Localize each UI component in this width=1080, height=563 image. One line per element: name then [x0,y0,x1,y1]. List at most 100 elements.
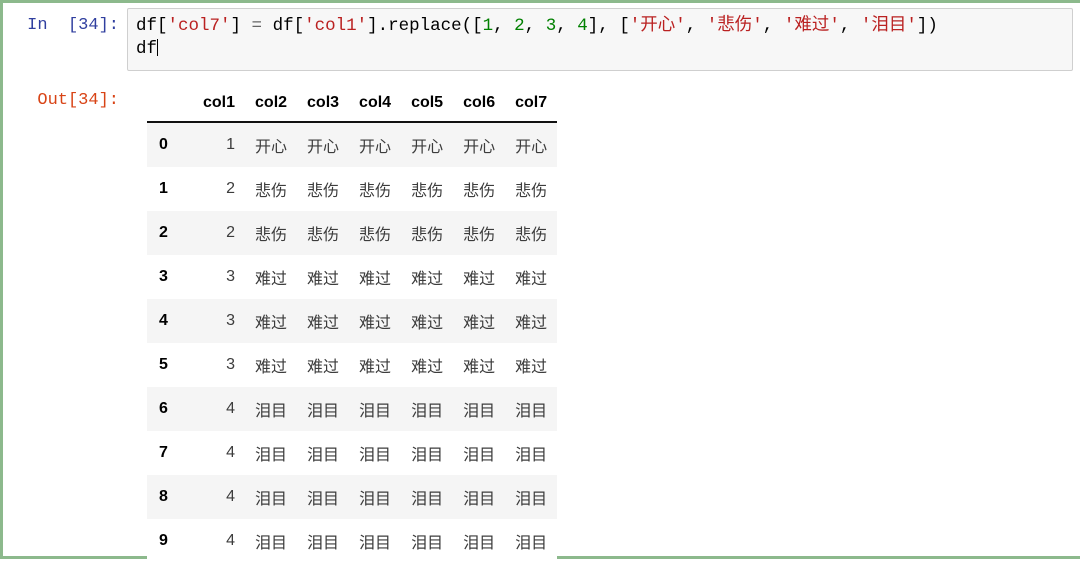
table-cell-col1: 4 [193,475,246,519]
table-cell-col7: 开心 [505,122,558,167]
column-header-col7: col7 [505,89,558,123]
table-row: 7 4 泪目 泪目 泪目 泪目 泪目 泪目 [147,431,558,475]
table-cell-col3: 泪目 [297,475,350,519]
table-cell-col1: 4 [193,431,246,475]
table-cell-col6: 开心 [453,122,506,167]
code-string-nanguo: '难过' [783,16,840,36]
row-index-label: 2 [147,211,193,255]
table-cell-col5: 悲伤 [401,211,454,255]
table-cell-col1: 3 [193,343,246,387]
table-row: 1 2 悲伤 悲伤 悲伤 悲伤 悲伤 悲伤 [147,167,558,211]
code-token: , [762,16,784,36]
dataframe-body: 0 1 开心 开心 开心 开心 开心 开心 1 2 悲伤 悲伤 悲伤 悲伤 悲伤 悲伤 2 2 悲伤 悲伤 悲伤 悲伤 悲伤… [147,122,558,563]
row-index-label: 1 [147,167,193,211]
table-cell-col6: 悲伤 [453,167,506,211]
table-row: 0 1 开心 开心 开心 开心 开心 开心 [147,122,558,167]
dataframe-table: col1 col2 col3 col4 col5 col6 col7 0 1 开心 开心 开心 开心开… [147,89,558,563]
code-token: , [556,16,578,36]
table-cell-col1: 2 [193,211,246,255]
table-cell-col1: 3 [193,299,246,343]
column-header-col1: col1 [193,89,246,123]
table-cell-col1: 1 [193,122,246,167]
code-cell-input-row: In [34]: df['col7'] = df['col1'].replace… [3,8,1080,80]
column-header-col4: col4 [349,89,402,123]
output-prompt: Out[34]: [37,91,119,110]
code-token: ] [230,16,252,36]
table-cell-col5: 难过 [401,255,454,299]
table-cell-col7: 难过 [505,299,558,343]
code-token: df [136,39,158,59]
table-cell-col6: 悲伤 [453,211,506,255]
table-cell-col6: 泪目 [453,475,506,519]
table-header-row: col1 col2 col3 col4 col5 col6 col7 [147,89,558,123]
table-cell-col1: 4 [193,387,246,431]
table-cell-col1: 2 [193,167,246,211]
table-cell-col5: 泪目 [401,387,454,431]
code-number-2: 2 [514,16,525,36]
row-index-label: 9 [147,519,193,563]
column-header-col5: col5 [401,89,454,123]
table-cell-col2: 泪目 [245,387,298,431]
code-token: ].replace([ [367,16,483,36]
table-cell-col5: 悲伤 [401,167,454,211]
dataframe-head: col1 col2 col3 col4 col5 col6 col7 [147,89,558,123]
code-string-kaixin: '开心' [629,16,686,36]
column-header-col2: col2 [245,89,298,123]
code-number-1: 1 [482,16,494,36]
table-cell-col6: 难过 [453,255,506,299]
table-cell-col6: 泪目 [453,519,506,563]
code-token: ], [ [587,16,630,36]
code-editor[interactable]: df['col7'] = df['col1'].replace([1, 2, 3… [127,8,1073,71]
table-cell-col3: 难过 [297,255,350,299]
code-token: , [493,16,515,36]
table-cell-col1: 3 [193,255,246,299]
table-cell-col2: 泪目 [245,519,298,563]
code-cell-output-row: Out[34]: col1 col2 col3 col4 col5 col6 col7 01… [3,89,1080,563]
table-row: 2 2 悲伤 悲伤 悲伤 悲伤 悲伤 悲伤 [147,211,558,255]
code-token: , [685,16,707,36]
table-cell-col3: 悲伤 [297,167,350,211]
table-cell-col5: 泪目 [401,431,454,475]
table-row: 4 3 难过 难过 难过 难过 难过 难过 [147,299,558,343]
code-token: ]) [916,16,938,36]
table-cell-col4: 悲伤 [349,211,402,255]
code-token: , [839,16,861,36]
table-cell-col5: 难过 [401,299,454,343]
table-cell-col4: 泪目 [349,387,402,431]
table-cell-col2: 难过 [245,343,298,387]
notebook-cell[interactable]: In [34]: df['col7'] = df['col1'].replace… [0,0,1080,563]
table-cell-col2: 难过 [245,255,298,299]
table-cell-col4: 悲伤 [349,167,402,211]
input-prompt: In [34]: [27,16,119,35]
text-cursor [157,39,159,56]
table-cell-col7: 悲伤 [505,211,558,255]
row-index-label: 4 [147,299,193,343]
table-cell-col4: 泪目 [349,519,402,563]
row-index-label: 5 [147,343,193,387]
table-cell-col5: 泪目 [401,475,454,519]
column-header-col3: col3 [297,89,350,123]
code-number-3: 3 [545,16,557,36]
table-cell-col3: 开心 [297,122,350,167]
table-cell-col3: 泪目 [297,387,350,431]
table-cell-col2: 开心 [245,122,298,167]
table-row: 3 3 难过 难过 难过 难过 难过 难过 [147,255,558,299]
table-row: 5 3 难过 难过 难过 难过 难过 难过 [147,343,558,387]
code-operator-assign: = [251,16,263,36]
table-cell-col2: 泪目 [245,475,298,519]
code-token: df[ [262,16,305,36]
table-cell-col3: 泪目 [297,519,350,563]
output-area: col1 col2 col3 col4 col5 col6 col7 0 1 开心 开心 开心 开心开… [127,89,1080,563]
table-cell-col7: 悲伤 [505,167,558,211]
table-cell-col6: 难过 [453,343,506,387]
table-cell-col5: 开心 [401,122,454,167]
table-cell-col5: 泪目 [401,519,454,563]
row-index-label: 6 [147,387,193,431]
table-cell-col7: 泪目 [505,475,558,519]
table-cell-col7: 泪目 [505,387,558,431]
table-cell-col7: 泪目 [505,519,558,563]
table-cell-col1: 4 [193,519,246,563]
column-header-index [147,89,193,123]
table-cell-col4: 泪目 [349,431,402,475]
table-cell-col3: 泪目 [297,431,350,475]
